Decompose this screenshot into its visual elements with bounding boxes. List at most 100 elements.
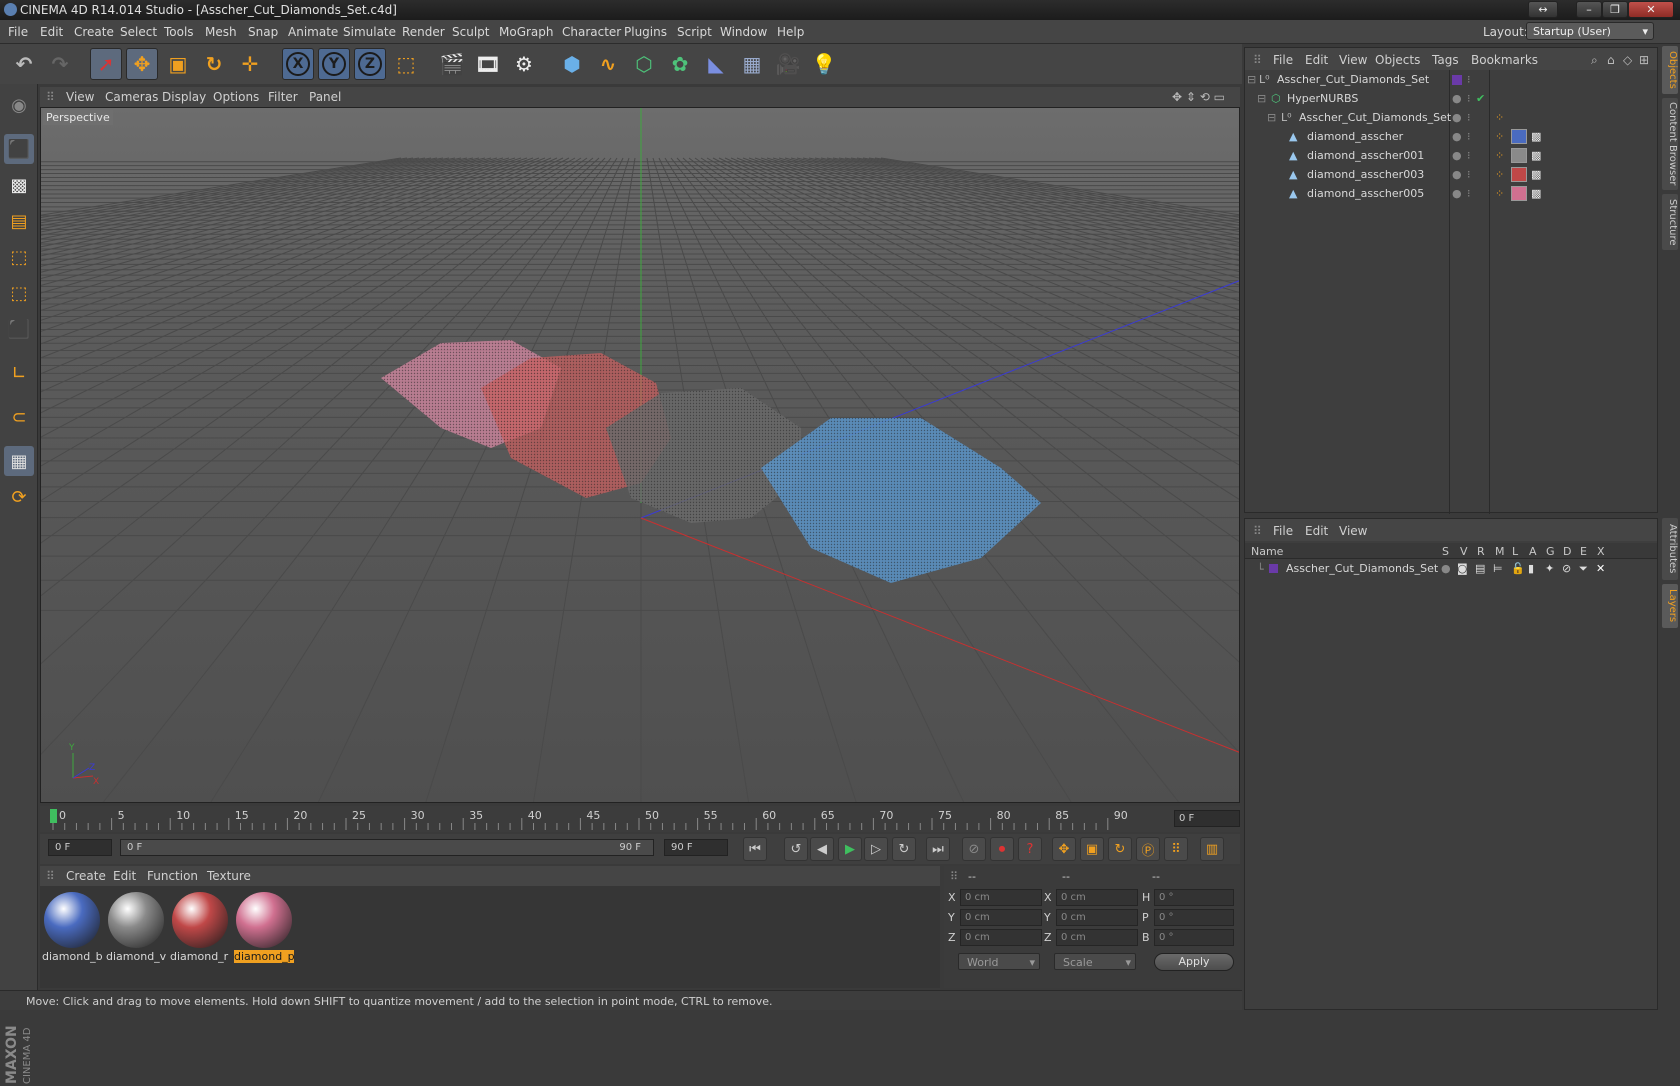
visibility-dot-icon[interactable]: ● — [1452, 130, 1462, 143]
texture-mode-icon[interactable]: ▩ — [4, 170, 34, 200]
render-icon[interactable]: ▤ — [1475, 562, 1485, 575]
viewport-menu-view[interactable]: View — [66, 90, 94, 104]
visibility-dots-icon[interactable]: ⁝ — [1467, 168, 1471, 181]
resize-button[interactable]: ↔ — [1528, 1, 1558, 18]
object-row[interactable]: ⊟ L⁰ Asscher_Cut_Diamonds_Set ● ⁝ ⁘ — [1245, 108, 1657, 127]
enabled-check-icon[interactable]: ✔ — [1476, 92, 1485, 105]
object-menu-bookmarks[interactable]: Bookmarks — [1471, 53, 1538, 67]
menu-script[interactable]: Script — [677, 25, 712, 39]
goto-end-icon[interactable]: ⏭ — [926, 837, 950, 861]
timeline-window-icon[interactable]: ▥ — [1200, 837, 1224, 861]
column-generators[interactable]: G — [1546, 545, 1555, 558]
goto-start-icon[interactable]: ⏮ — [743, 837, 767, 861]
visibility-dots-icon[interactable]: ⁝ — [1467, 92, 1471, 105]
material-swatch[interactable]: diamond_r — [170, 892, 230, 964]
layer-color-chip[interactable] — [1269, 564, 1278, 573]
live-selection-icon[interactable]: ➚ — [90, 48, 122, 80]
eye-icon[interactable]: ◙ — [1457, 562, 1468, 575]
key-rotation-icon[interactable]: ↻ — [1108, 837, 1132, 861]
menu-mesh[interactable]: Mesh — [205, 25, 237, 39]
camera-icon[interactable]: 🎥 — [772, 48, 804, 80]
key-scale-icon[interactable]: ▣ — [1080, 837, 1104, 861]
y-axis-lock-icon[interactable]: Y — [318, 48, 350, 80]
scale-tool-icon[interactable]: ▣ — [162, 48, 194, 80]
expand-icon[interactable]: ⊟ — [1267, 111, 1276, 124]
object-row[interactable]: ⊟ ⬡ HyperNURBS ● ⁝ ✔ — [1245, 89, 1657, 108]
object-menu-file[interactable]: File — [1273, 53, 1293, 67]
texture-tag-icon[interactable]: ▩ — [1531, 130, 1541, 143]
visibility-dots-icon[interactable]: ⁝ — [1467, 111, 1471, 124]
tab-layers[interactable]: Layers — [1662, 584, 1678, 628]
visibility-dot-icon[interactable]: ● — [1452, 187, 1462, 200]
expand-icon[interactable]: ⊟ — [1247, 73, 1256, 86]
axis-mode-icon[interactable]: ∟ — [4, 358, 34, 388]
apply-button[interactable]: Apply — [1154, 953, 1234, 971]
solo-dot-icon[interactable]: ● — [1441, 562, 1451, 575]
search-icon[interactable]: ⌕ — [1591, 53, 1598, 68]
prev-frame-icon[interactable]: ◀ — [810, 837, 834, 861]
visibility-dots-icon[interactable]: ⁝ — [1467, 73, 1471, 86]
current-frame-field[interactable]: 0 F — [1174, 810, 1240, 827]
phong-tag-icon[interactable]: ⁘ — [1495, 149, 1504, 162]
material-tag-icon[interactable] — [1511, 167, 1527, 182]
phong-tag-icon[interactable]: ⁘ — [1495, 130, 1504, 143]
play-icon[interactable]: ▶ — [838, 837, 862, 861]
next-frame-icon[interactable]: ▷ — [864, 837, 888, 861]
menu-animate[interactable]: Animate — [288, 25, 338, 39]
material-tag-icon[interactable] — [1511, 148, 1527, 163]
size-y-field[interactable]: 0 cm — [1056, 909, 1138, 926]
back-icon[interactable]: ◇ — [1623, 53, 1632, 67]
column-visible[interactable]: V — [1460, 545, 1468, 558]
phong-tag-icon[interactable]: ⁘ — [1495, 111, 1504, 124]
perspective-viewport[interactable]: Y Z X Perspective — [40, 107, 1240, 803]
object-menu-view[interactable]: View — [1339, 53, 1367, 67]
layer-menu-view[interactable]: View — [1339, 524, 1367, 538]
solo-icon[interactable]: ⟳ — [4, 482, 34, 512]
playhead[interactable] — [50, 809, 57, 823]
visibility-dots-icon[interactable]: ⁝ — [1467, 187, 1471, 200]
layer-menu-file[interactable]: File — [1273, 524, 1293, 538]
expression-icon[interactable]: ⏷ — [1579, 562, 1588, 576]
position-y-field[interactable]: 0 cm — [960, 909, 1042, 926]
lock-icon[interactable]: 🔓 — [1511, 562, 1525, 575]
visibility-dot-icon[interactable]: ● — [1452, 168, 1462, 181]
texture-tag-icon[interactable]: ▩ — [1531, 187, 1541, 200]
render-settings-icon[interactable]: ⚙ — [508, 48, 540, 80]
menu-edit[interactable]: Edit — [40, 25, 63, 39]
new-window-icon[interactable]: ⊞ — [1639, 53, 1649, 67]
viewport-menu-filter[interactable]: Filter — [268, 90, 298, 104]
generator-icon[interactable]: ✦ — [1545, 562, 1554, 575]
snap-magnet-icon[interactable]: ⊂ — [4, 402, 34, 432]
column-deformers[interactable]: D — [1563, 545, 1571, 558]
column-manager[interactable]: M — [1495, 545, 1505, 558]
material-menu-edit[interactable]: Edit — [113, 869, 136, 883]
size-z-field[interactable]: 0 cm — [1056, 929, 1138, 946]
start-frame-field[interactable]: 0 F — [48, 839, 112, 856]
timeline-ruler[interactable]: 0 5 10 15 20 25 30 35 40 45 50 55 60 65 70 75 80 85 90 — [40, 806, 1240, 832]
column-xref[interactable]: X — [1597, 545, 1605, 558]
material-swatch[interactable]: diamond_b — [42, 892, 102, 964]
expand-icon[interactable]: ⊟ — [1257, 92, 1266, 105]
position-x-field[interactable]: 0 cm — [960, 889, 1042, 906]
position-z-field[interactable]: 0 cm — [960, 929, 1042, 946]
material-menu-texture[interactable]: Texture — [207, 869, 251, 883]
menu-character[interactable]: Character — [562, 25, 621, 39]
column-expressions[interactable]: E — [1580, 545, 1587, 558]
record-keys-icon[interactable]: ⊘ — [962, 837, 986, 861]
menu-create[interactable]: Create — [74, 25, 114, 39]
visibility-dot-icon[interactable]: ● — [1452, 92, 1462, 105]
rotation-h-field[interactable]: 0 ° — [1154, 889, 1234, 906]
menu-mograph[interactable]: MoGraph — [499, 25, 554, 39]
mograph-cloner-icon[interactable]: ✿ — [664, 48, 696, 80]
tab-structure[interactable]: Structure — [1662, 194, 1678, 250]
column-locked[interactable]: L — [1512, 545, 1518, 558]
autokey-icon[interactable]: ⏺ — [990, 837, 1014, 861]
model-mode-icon[interactable]: ⬛ — [4, 134, 34, 164]
texture-tag-icon[interactable]: ▩ — [1531, 168, 1541, 181]
column-name[interactable]: Name — [1251, 545, 1283, 558]
redo-icon[interactable]: ↷ — [44, 48, 76, 80]
menu-select[interactable]: Select — [120, 25, 157, 39]
menu-simulate[interactable]: Simulate — [343, 25, 396, 39]
cube-object-icon[interactable]: ⬢ — [556, 48, 588, 80]
close-button[interactable]: ✕ — [1628, 1, 1674, 18]
